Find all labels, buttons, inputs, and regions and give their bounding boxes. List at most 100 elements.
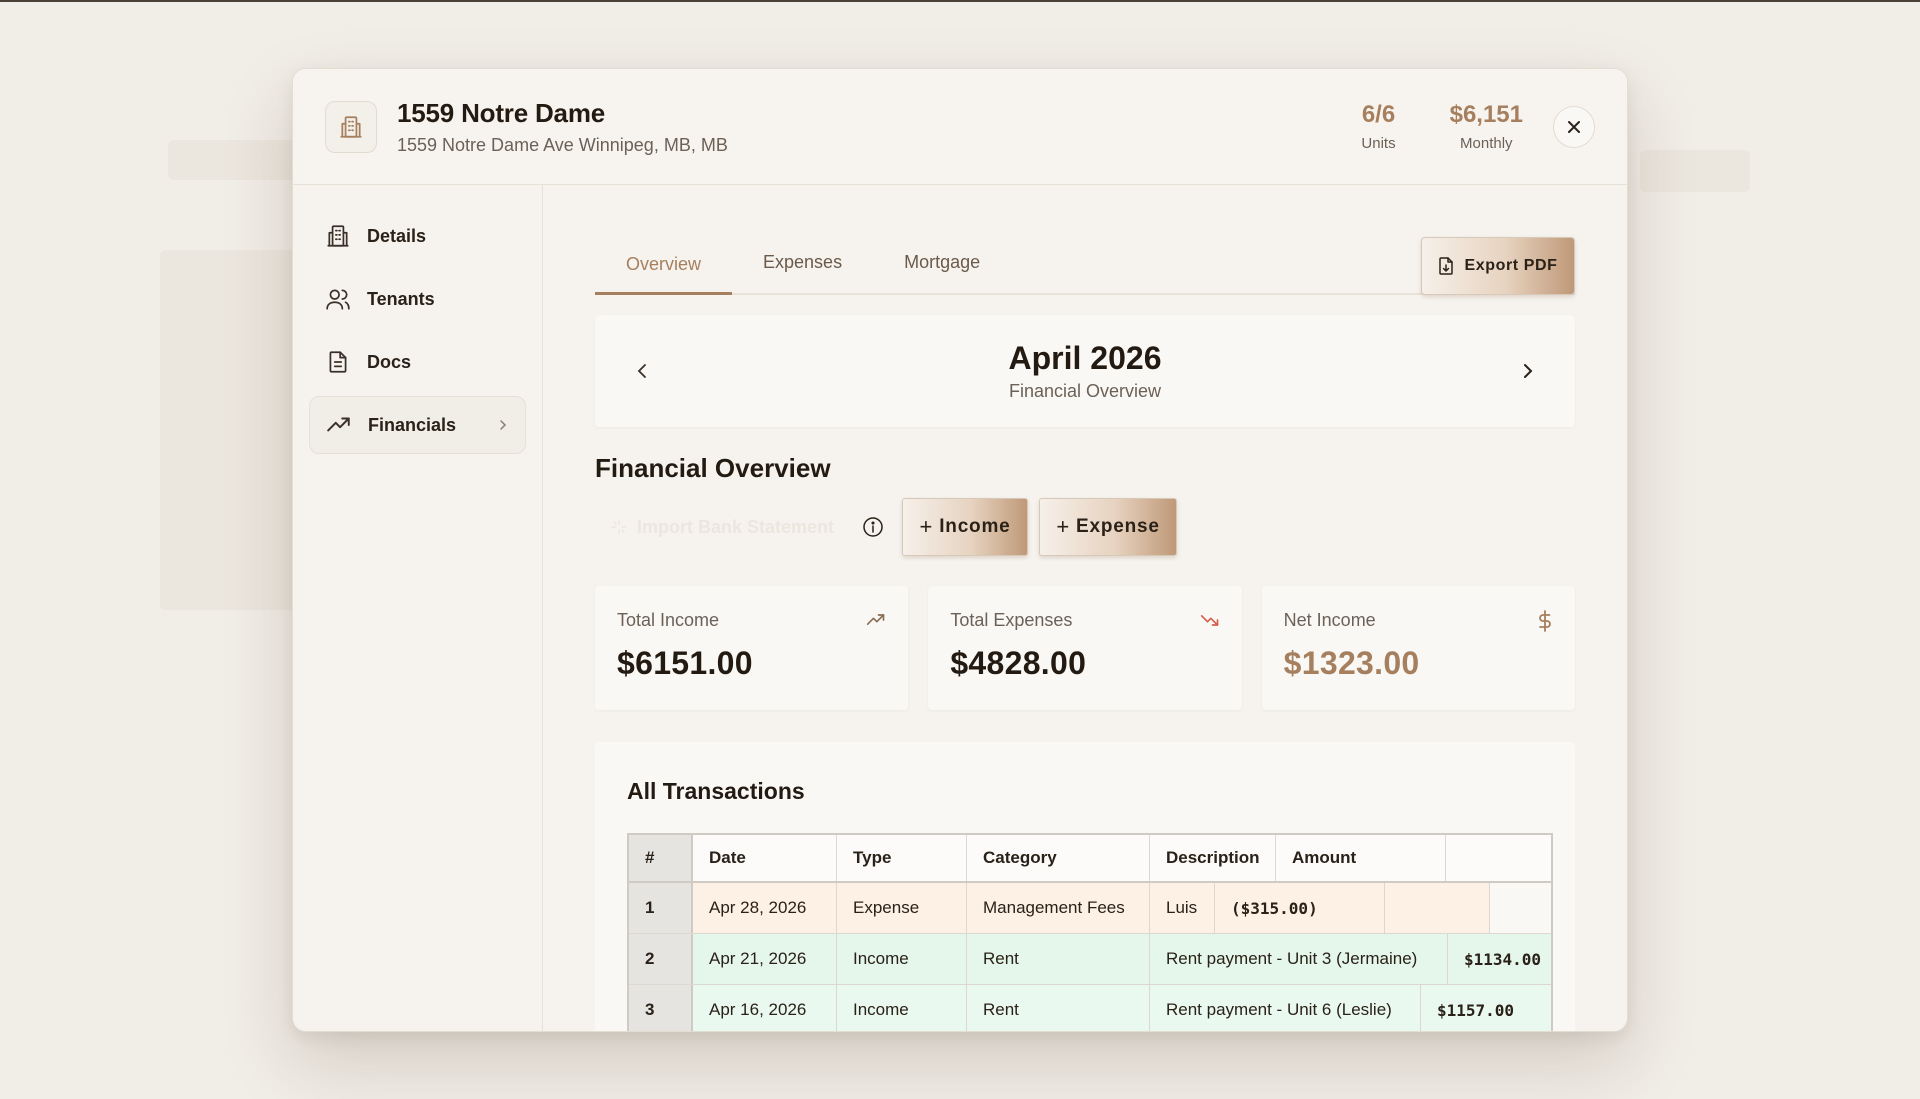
sidebar-item-label: Docs [367,351,412,372]
header-amount[interactable]: Amount [1276,835,1446,881]
units-stat: 6/6 Units [1361,101,1395,152]
header-date[interactable]: Date [693,835,837,881]
row-amount[interactable]: $1134.00 [1448,934,1551,984]
header-description[interactable]: Description [1150,835,1276,881]
property-name: 1559 Notre Dame [397,97,605,128]
add-expense-button[interactable]: + Expense [1039,498,1178,556]
row-date[interactable]: Apr 28, 2026 [693,883,837,933]
tab-overview[interactable]: Overview [595,254,733,295]
header-category[interactable]: Category [967,835,1150,881]
export-pdf-button[interactable]: Export PDF [1421,237,1575,295]
sidebar-item-label: Tenants [367,288,435,309]
total-income-card: Total Income $6151.00 [595,586,909,710]
row-number: 1 [629,883,693,933]
property-modal: 1559 Notre Dame 1559 Notre Dame Ave Winn… [292,68,1628,1032]
building-icon [325,100,377,153]
units-value: 6/6 [1361,101,1396,128]
top-border [0,0,1920,2]
backdrop-blur-block [1640,150,1750,192]
row-category[interactable]: Rent [967,934,1150,984]
month-subtitle: Financial Overview [1008,381,1162,401]
monthly-value: $6,151 [1449,101,1523,128]
transactions-title: All Transactions [627,778,805,804]
row-amount[interactable]: ($315.00) [1215,883,1385,933]
total-expenses-label: Total Expenses [950,610,1073,630]
transactions-grid: # Date Type Category Description Amount … [627,833,1553,1031]
row-type[interactable]: Income [837,934,967,984]
sparkle-icon [611,519,627,535]
dollar-icon [1537,610,1553,632]
document-icon [329,351,347,373]
transactions-card: All Transactions # Date Type Category De… [595,742,1575,1031]
row-description[interactable]: Luis [1150,883,1215,933]
tab-expenses[interactable]: Expenses [732,252,873,293]
row-description[interactable]: Rent payment - Unit 3 (Jermaine) [1150,934,1448,984]
monthly-label: Monthly [1460,135,1513,152]
total-expenses-value: $4828.00 [950,645,1087,681]
info-icon[interactable] [862,516,884,538]
trending-up-icon [866,610,886,630]
file-download-icon [1439,257,1454,275]
actions-row: Import Bank Statement + Income + Expense [595,498,1575,556]
sidebar-item-financials[interactable]: Financials [309,396,526,454]
tabs-bar: Overview Expenses Mortgage Export PDF [595,237,1575,295]
header-empty [1446,835,1551,881]
net-income-label: Net Income [1283,610,1376,630]
table-row[interactable]: 1 Apr 28, 2026 Expense Management Fees L… [629,883,1551,934]
units-label: Units [1361,135,1396,152]
table-row[interactable]: 2 Apr 21, 2026 Income Rent Rent payment … [629,934,1551,985]
row-category[interactable]: Rent [967,985,1150,1031]
monthly-stat: $6,151 Monthly [1450,101,1523,152]
sidebar-item-docs[interactable]: Docs [309,333,526,391]
modal-body: Details Tenants Docs Financials Overview… [293,185,1627,1031]
section-title: Financial Overview [595,453,831,483]
sidebar-item-label: Financials [368,414,457,435]
building-icon [327,225,349,247]
row-date[interactable]: Apr 21, 2026 [693,934,837,984]
sidebar: Details Tenants Docs Financials [293,185,543,1031]
previous-month-button[interactable] [633,361,653,381]
row-type[interactable]: Income [837,985,967,1031]
modal-header: 1559 Notre Dame 1559 Notre Dame Ave Winn… [293,69,1627,185]
row-amount[interactable]: $1157.00 [1421,985,1551,1031]
row-number: 3 [629,985,693,1031]
add-income-button[interactable]: + Income [902,498,1029,556]
total-income-value: $6151.00 [617,645,753,681]
row-type[interactable]: Expense [837,883,967,933]
row-date[interactable]: Apr 16, 2026 [693,985,837,1031]
add-income-label: Income [939,516,1011,537]
next-month-button[interactable] [1517,361,1537,381]
property-address: 1559 Notre Dame Ave Winnipeg, MB, MB [397,134,728,155]
row-number: 2 [629,934,693,984]
sidebar-item-label: Details [367,225,427,246]
sidebar-item-tenants[interactable]: Tenants [309,270,526,328]
export-pdf-label: Export PDF [1464,257,1558,274]
header-type[interactable]: Type [837,835,967,881]
month-selector: April 2026 Financial Overview [595,315,1575,427]
main-content: Overview Expenses Mortgage Export PDF Ap… [543,185,1627,1031]
chevron-right-icon [1524,364,1533,378]
trending-up-icon [327,417,350,432]
summary-cards: Total Income $6151.00 Total Expenses $48… [595,586,1575,710]
trending-down-icon [1200,610,1220,630]
row-category[interactable]: Management Fees [967,883,1150,933]
header-number: # [629,835,693,881]
sidebar-item-details[interactable]: Details [309,207,526,265]
row-filler [1385,883,1490,933]
import-label: Import Bank Statement [637,516,835,537]
net-income-card: Net Income $1323.00 [1261,586,1575,710]
table-row[interactable]: 3 Apr 16, 2026 Income Rent Rent payment … [629,985,1551,1031]
close-icon [1568,120,1580,133]
total-income-label: Total Income [617,610,720,630]
tab-mortgage[interactable]: Mortgage [873,252,1011,293]
chevron-right-icon [500,420,507,430]
plus-icon: + [1056,514,1070,539]
import-bank-statement-button[interactable]: Import Bank Statement [595,517,834,538]
chevron-left-icon [637,364,646,378]
header-titles: 1559 Notre Dame 1559 Notre Dame Ave Winn… [397,98,1307,156]
table-header-row: # Date Type Category Description Amount [629,835,1551,883]
row-description[interactable]: Rent payment - Unit 6 (Leslie) [1150,985,1421,1031]
plus-icon: + [919,514,934,539]
row-empty [1490,883,1551,933]
close-button[interactable] [1553,105,1595,148]
